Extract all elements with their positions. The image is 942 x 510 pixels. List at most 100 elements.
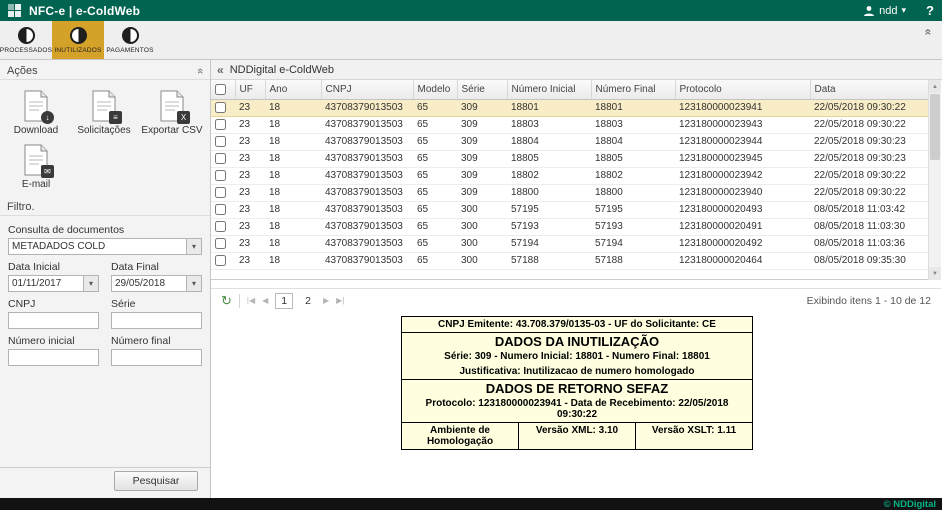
next-page-icon[interactable]: ▶: [323, 296, 329, 305]
table-cell: 18802: [591, 167, 675, 184]
table-cell: 18: [265, 133, 321, 150]
row-checkbox[interactable]: [215, 187, 226, 198]
last-page-icon[interactable]: ▶|: [336, 296, 344, 305]
chevron-down-icon: ▾: [902, 6, 907, 15]
table-cell: 123180000023942: [675, 167, 810, 184]
column-header[interactable]: UF: [235, 80, 265, 99]
user-name: ndd: [879, 5, 897, 17]
scrollbar-thumb[interactable]: [930, 94, 940, 160]
copyright: © NDDigital: [884, 499, 936, 510]
table-cell: 300: [457, 201, 507, 218]
row-checkbox[interactable]: [215, 204, 226, 215]
actions-toolbar: ↓ Download ≡ Solicitações X Exportar CSV: [0, 80, 210, 196]
actions-panel-header: Ações «: [0, 63, 210, 80]
scroll-down-icon[interactable]: ▼: [929, 267, 941, 280]
column-header[interactable]: Série: [457, 80, 507, 99]
pesquisar-button[interactable]: Pesquisar: [114, 471, 198, 491]
table-cell: 43708379013503: [321, 167, 413, 184]
numero-inicial-field[interactable]: [8, 349, 99, 366]
consulta-select[interactable]: METADADOS COLD ▾: [8, 238, 202, 255]
collapse-up-icon[interactable]: «: [194, 68, 206, 74]
download-button[interactable]: ↓ Download: [2, 86, 70, 140]
page-button-2[interactable]: 2: [300, 294, 316, 308]
tab-pagamentos[interactable]: PAGAMENTOS: [104, 21, 156, 59]
solicitacoes-button[interactable]: ≡ Solicitações: [70, 86, 138, 140]
column-header[interactable]: Número Final: [591, 80, 675, 99]
table-cell: 43708379013503: [321, 184, 413, 201]
tab-label: INUTILIZADOS: [54, 47, 101, 54]
solicitacoes-icon: ≡: [89, 90, 119, 122]
table-cell: 123180000020492: [675, 235, 810, 252]
tab-inutilizados[interactable]: INUTILIZADOS: [52, 21, 104, 59]
table-cell: 43708379013503: [321, 116, 413, 133]
collapse-left-icon[interactable]: «: [217, 63, 224, 77]
table-cell: 18: [265, 201, 321, 218]
column-header[interactable]: Modelo: [413, 80, 457, 99]
results-grid: UF Ano CNPJ Modelo Série Número Inicial …: [211, 80, 941, 280]
data-final-picker[interactable]: 29/05/2018 ▾: [111, 275, 202, 292]
action-label: Exportar CSV: [141, 125, 202, 136]
row-checkbox[interactable]: [215, 102, 226, 113]
column-header[interactable]: Protocolo: [675, 80, 810, 99]
tab-processados[interactable]: PROCESSADOS: [0, 21, 52, 59]
table-cell: 22/05/2018 09:30:22: [810, 184, 928, 201]
table-row[interactable]: 2318437083790135036530918801188011231800…: [211, 99, 928, 116]
help-button[interactable]: ?: [926, 3, 934, 18]
row-checkbox[interactable]: [215, 238, 226, 249]
email-button[interactable]: ✉ E-mail: [2, 140, 70, 194]
serie-field[interactable]: [111, 312, 202, 329]
chevron-down-icon[interactable]: ▾: [186, 239, 201, 254]
chevron-down-icon[interactable]: ▾: [186, 276, 201, 291]
table-cell: 18802: [507, 167, 591, 184]
table-row[interactable]: 2318437083790135036530057188571881231800…: [211, 252, 928, 269]
detail-header-sefaz: DADOS DE RETORNO SEFAZ: [402, 380, 752, 396]
numero-final-field[interactable]: [111, 349, 202, 366]
refresh-icon[interactable]: ↻: [221, 293, 232, 309]
row-checkbox[interactable]: [215, 119, 226, 130]
table-row[interactable]: 2318437083790135036530918804188041231800…: [211, 133, 928, 150]
csv-badge-icon: X: [177, 111, 190, 124]
collapse-up-icon[interactable]: «: [922, 29, 936, 36]
row-checkbox[interactable]: [215, 221, 226, 232]
detail-footer: Ambiente de Homologação Versão XML: 3.10…: [402, 422, 752, 449]
table-row[interactable]: 2318437083790135036530918803188031231800…: [211, 116, 928, 133]
table-cell: 18803: [507, 116, 591, 133]
table-cell: 18: [265, 150, 321, 167]
row-checkbox[interactable]: [215, 136, 226, 147]
table-cell: 57188: [507, 252, 591, 269]
row-checkbox[interactable]: [215, 153, 226, 164]
data-inicial-picker[interactable]: 01/11/2017 ▾: [8, 275, 99, 292]
scroll-up-icon[interactable]: ▲: [929, 80, 941, 93]
prev-page-icon[interactable]: ◀: [262, 296, 268, 305]
table-cell: 309: [457, 150, 507, 167]
vertical-scrollbar[interactable]: ▲ ▼: [928, 80, 941, 280]
table-cell: 23: [235, 133, 265, 150]
table-row[interactable]: 2318437083790135036530918805188051231800…: [211, 150, 928, 167]
table-row[interactable]: 2318437083790135036530057195571951231800…: [211, 201, 928, 218]
column-header[interactable]: Número Inicial: [507, 80, 591, 99]
row-checkbox[interactable]: [215, 255, 226, 266]
column-header[interactable]: Data: [810, 80, 928, 99]
table-row[interactable]: 2318437083790135036530057193571931231800…: [211, 218, 928, 235]
table-cell: 23: [235, 150, 265, 167]
table-cell: 65: [413, 201, 457, 218]
table-cell: 18805: [591, 150, 675, 167]
column-header[interactable]: CNPJ: [321, 80, 413, 99]
select-all-checkbox[interactable]: [215, 84, 226, 95]
chevron-down-icon[interactable]: ▾: [83, 276, 98, 291]
table-row[interactable]: 2318437083790135036530057194571941231800…: [211, 235, 928, 252]
user-menu[interactable]: ndd ▾: [863, 5, 906, 17]
exportar-csv-button[interactable]: X Exportar CSV: [138, 86, 206, 140]
table-cell: 300: [457, 252, 507, 269]
page-button-1[interactable]: 1: [275, 293, 293, 309]
exportar-csv-icon: X: [157, 90, 187, 122]
download-icon: ↓: [21, 90, 51, 122]
first-page-icon[interactable]: |◀: [247, 296, 255, 305]
row-checkbox[interactable]: [215, 170, 226, 181]
column-header[interactable]: Ano: [265, 80, 321, 99]
table-cell: 23: [235, 201, 265, 218]
table-row[interactable]: 2318437083790135036530918800188001231800…: [211, 184, 928, 201]
detail-emitente: CNPJ Emitente: 43.708.379/0135-03 - UF d…: [402, 317, 752, 333]
table-row[interactable]: 2318437083790135036530918802188021231800…: [211, 167, 928, 184]
cnpj-field[interactable]: [8, 312, 99, 329]
